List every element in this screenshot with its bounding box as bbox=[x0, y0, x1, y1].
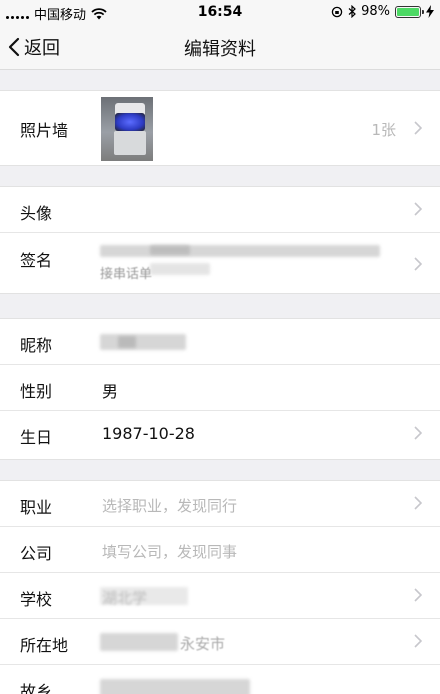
profile-section: 头像 签名 接串话单 bbox=[0, 186, 440, 294]
signature-row[interactable]: 签名 接串话单 bbox=[0, 233, 440, 293]
gender-value: 男 bbox=[102, 382, 119, 401]
lock-rotation-icon bbox=[331, 6, 343, 17]
work-education-section: 职业 选择职业，发现同行 公司 填写公司，发现同事 学校 湖北学 所在地 永安市… bbox=[0, 480, 440, 694]
nickname-label: 昵称 bbox=[20, 336, 53, 355]
company-placeholder: 填写公司，发现同事 bbox=[102, 543, 238, 561]
signature-blurred-text bbox=[100, 245, 380, 257]
chevron-right-icon bbox=[414, 634, 422, 648]
avatar-row[interactable]: 头像 bbox=[0, 187, 440, 233]
hometown-label: 故乡 bbox=[20, 682, 53, 694]
signature-text: 接串话单 bbox=[100, 267, 153, 282]
gender-label: 性别 bbox=[20, 382, 53, 401]
chevron-right-icon bbox=[414, 121, 422, 135]
location-blurred-value bbox=[100, 633, 178, 651]
location-label: 所在地 bbox=[20, 636, 69, 655]
photo-wall-section: 照片墙 1张 bbox=[0, 90, 440, 166]
chevron-right-icon bbox=[414, 588, 422, 602]
job-label: 职业 bbox=[20, 498, 53, 517]
nickname-row[interactable]: 昵称 bbox=[0, 319, 440, 365]
birthday-label: 生日 bbox=[20, 428, 53, 447]
job-row[interactable]: 职业 选择职业，发现同行 bbox=[0, 481, 440, 527]
chevron-right-icon bbox=[414, 257, 422, 271]
location-row[interactable]: 所在地 永安市 bbox=[0, 619, 440, 665]
basic-info-section: 昵称 性别 男 生日 1987-10-28 bbox=[0, 318, 440, 460]
page-title: 编辑资料 bbox=[184, 39, 256, 60]
bluetooth-icon bbox=[348, 5, 356, 18]
photo-count: 1张 bbox=[371, 121, 396, 139]
chevron-right-icon bbox=[414, 496, 422, 510]
avatar-label: 头像 bbox=[20, 204, 53, 223]
battery-percent: 98% bbox=[361, 4, 390, 19]
signature-label: 签名 bbox=[20, 251, 53, 270]
birthday-value: 1987-10-28 bbox=[102, 424, 195, 443]
school-blurred-value bbox=[100, 587, 188, 605]
chevron-right-icon bbox=[414, 202, 422, 216]
nickname-blurred-value bbox=[100, 334, 186, 350]
job-placeholder: 选择职业，发现同行 bbox=[102, 497, 238, 515]
photo-wall-label: 照片墙 bbox=[20, 121, 69, 140]
company-row[interactable]: 公司 填写公司，发现同事 bbox=[0, 527, 440, 573]
navigation-bar: 返回 编辑资料 bbox=[0, 24, 440, 70]
photo-thumbnail[interactable] bbox=[101, 97, 153, 161]
status-bar: 中国移动 16:54 98% bbox=[0, 0, 440, 24]
company-label: 公司 bbox=[20, 544, 53, 563]
charging-icon bbox=[426, 5, 434, 18]
hometown-blurred-value bbox=[100, 679, 250, 694]
school-row[interactable]: 学校 湖北学 bbox=[0, 573, 440, 619]
chevron-right-icon bbox=[414, 426, 422, 440]
location-value: 永安市 bbox=[180, 635, 226, 653]
gender-row[interactable]: 性别 男 bbox=[0, 365, 440, 411]
birthday-row[interactable]: 生日 1987-10-28 bbox=[0, 411, 440, 457]
signature-blurred-text bbox=[150, 245, 190, 255]
photo-wall-row[interactable]: 照片墙 1张 bbox=[0, 91, 440, 165]
nickname-blurred-value bbox=[118, 336, 136, 348]
signature-blurred-text bbox=[150, 263, 210, 275]
school-label: 学校 bbox=[20, 590, 53, 609]
hometown-row[interactable]: 故乡 bbox=[0, 665, 440, 694]
battery-icon bbox=[395, 5, 424, 18]
